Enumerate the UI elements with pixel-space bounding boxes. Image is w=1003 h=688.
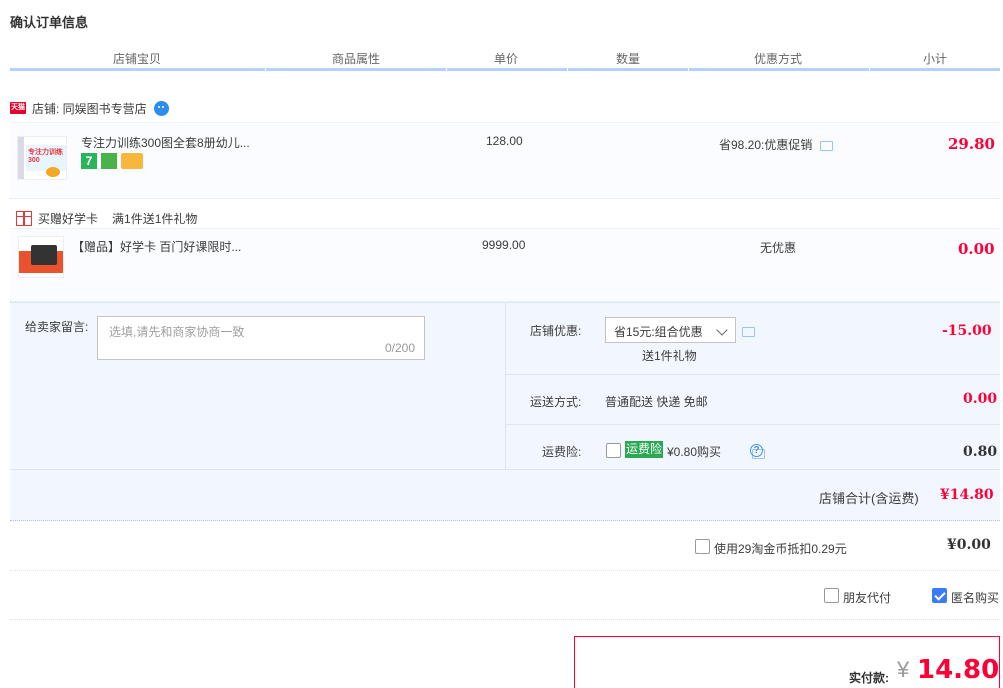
- header-sep: [869, 68, 870, 71]
- coins-amount: ¥0.00: [947, 537, 991, 553]
- credit-card-icon: [121, 153, 143, 169]
- insurance-amount: 0.80: [963, 444, 998, 460]
- delivery-amount: 0.00: [963, 391, 998, 407]
- message-char-count: 0/200: [384, 341, 415, 355]
- shop-row: 天猫 店铺: 同娱图书专营店: [10, 98, 169, 118]
- page-title: 确认订单信息: [10, 15, 89, 30]
- item-subtotal: 29.80: [948, 135, 995, 153]
- col-header-subtotal: 小计: [923, 52, 948, 66]
- payment-amount: 14.80: [917, 655, 1000, 685]
- gift-promo-row: 买赠好学卡 满1件送1件礼物: [16, 208, 197, 228]
- payment-summary: 实付款: ¥ 14.80: [574, 636, 1000, 688]
- shop-name[interactable]: 店铺: 同娱图书专营店: [32, 100, 147, 117]
- insurance-tag: 运费险: [625, 441, 664, 458]
- payment-currency: ¥: [897, 657, 910, 682]
- message-placeholder: 选填,请先和商家协商一致: [109, 325, 245, 339]
- coins-checkbox[interactable]: [695, 539, 710, 554]
- insurance-price: ¥0.80购买: [667, 445, 722, 459]
- delivery-label: 运送方式:: [530, 395, 582, 409]
- col-header-promo: 优惠方式: [754, 52, 803, 66]
- friend-pay-label: 朋友代付: [843, 591, 892, 605]
- shop-discount-select[interactable]: 省15元:组合优惠: [605, 317, 736, 343]
- product-thumbnail[interactable]: 专注力训练300: [17, 136, 67, 180]
- col-header-qty: 数量: [616, 52, 641, 66]
- gift-label: 买赠好学卡: [38, 211, 99, 226]
- gift-icon: [16, 210, 32, 226]
- col-header-attr: 商品属性: [332, 52, 381, 66]
- item-title[interactable]: 专注力训练300图全套8册幼儿...: [81, 134, 250, 151]
- wangwang-chat-icon[interactable]: [153, 100, 169, 116]
- shop-discount-note: 送1件礼物: [642, 349, 697, 363]
- gift-rule: 满1件送1件礼物: [112, 211, 198, 226]
- section-divider: [10, 619, 1000, 620]
- anonymous-label: 匿名购买: [951, 591, 1000, 605]
- item-title[interactable]: 【赠品】好学卡 百门好课限时...: [72, 238, 241, 255]
- insurance-label: 运费险:: [542, 445, 582, 459]
- shop-total-label: 店铺合计(含运费): [819, 491, 919, 506]
- item-promo-text: 省98.20:优惠促销: [719, 138, 813, 152]
- promo-info-icon[interactable]: [819, 140, 833, 151]
- friend-pay-checkbox[interactable]: [824, 588, 839, 603]
- header-sep: [446, 68, 447, 71]
- shop-total-amount: ¥14.80: [940, 487, 994, 503]
- header-sep: [688, 68, 689, 71]
- col-header-price: 单价: [494, 52, 519, 66]
- seller-message-input[interactable]: 选填,请先和商家协商一致 0/200: [97, 316, 425, 360]
- shop-discount-amount: -15.00: [942, 323, 992, 339]
- col-header-item: 店铺宝贝: [113, 52, 162, 66]
- discount-info-icon[interactable]: [742, 326, 755, 337]
- shop-discount-value: 省15元:组合优惠: [614, 325, 703, 339]
- guarantee-shield-icon: [101, 153, 117, 169]
- message-label: 给卖家留言:: [25, 320, 89, 334]
- section-divider: [10, 570, 1000, 571]
- tmall-badge: 天猫: [10, 102, 26, 114]
- coins-label: 使用29淘金币抵扣0.29元: [714, 542, 847, 556]
- anonymous-checkbox[interactable]: [932, 588, 947, 603]
- insurance-checkbox[interactable]: [606, 443, 621, 458]
- item-promo: 省98.20:优惠促销: [719, 136, 833, 153]
- row-divider: [506, 374, 1000, 375]
- header-sep: [265, 68, 266, 71]
- panel-divider: [505, 303, 506, 469]
- header-sep: [567, 68, 568, 71]
- row-divider: [10, 469, 1000, 470]
- column-header-row: 店铺宝贝 商品属性 单价 数量 优惠方式 小计: [10, 50, 1000, 68]
- header-underline: [10, 68, 1000, 71]
- thumb-title: 专注力训练300: [28, 149, 63, 164]
- item-unit-price: 128.00: [486, 134, 523, 148]
- item-unit-price: 9999.00: [482, 238, 526, 252]
- item-subtotal: 0.00: [958, 240, 995, 258]
- help-icon[interactable]: ?: [750, 444, 763, 457]
- seven-day-return-icon: 7: [81, 153, 97, 169]
- gift-thumbnail[interactable]: [18, 236, 64, 278]
- row-divider: [506, 424, 1000, 425]
- delivery-method: 普通配送 快递 免邮: [605, 395, 708, 409]
- item-promo: 无优惠: [760, 241, 797, 255]
- shop-discount-label: 店铺优惠:: [530, 324, 582, 338]
- chevron-down-icon: [716, 324, 728, 336]
- payment-label: 实付款:: [849, 671, 889, 685]
